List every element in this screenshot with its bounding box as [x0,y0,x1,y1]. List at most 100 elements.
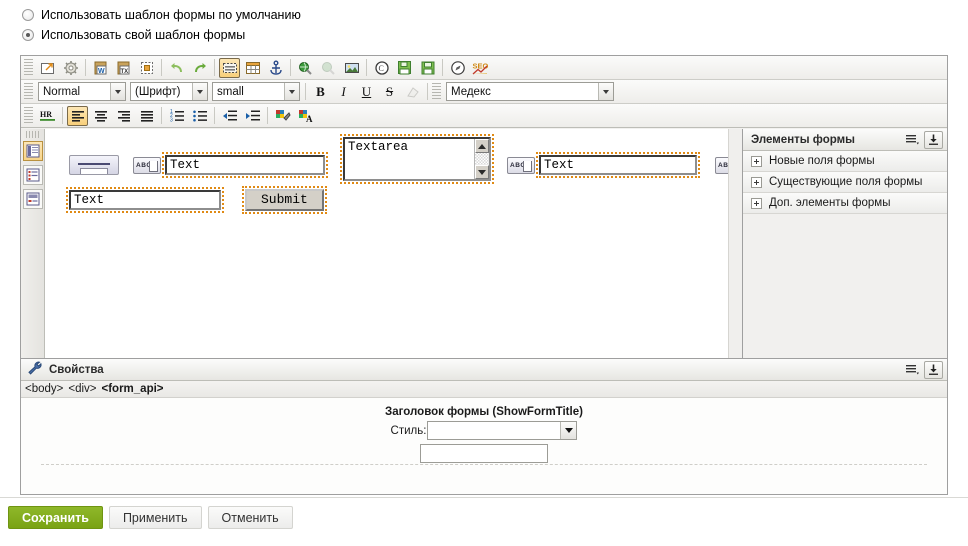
chevron-down-icon[interactable] [192,83,207,100]
horizontal-rule-icon[interactable]: HR [37,106,58,126]
text-input-widget-1-wrapper[interactable]: Text [162,152,328,178]
undo-icon[interactable] [166,58,187,78]
toolbar-grip-3[interactable] [24,106,33,125]
align-center-icon[interactable] [90,106,111,126]
panel-item-existing-form-fields[interactable]: Существующие поля формы [743,172,947,193]
text-input-widget-3[interactable]: Text [69,190,221,210]
seo-icon[interactable]: SEO [470,58,491,78]
align-left-icon[interactable] [67,105,88,126]
font-size-select[interactable]: small [212,82,300,101]
italic-button[interactable]: I [333,82,354,102]
background-color-icon[interactable] [272,106,293,126]
site-select[interactable]: Медекс [446,82,614,101]
expand-plus-icon[interactable] [751,155,762,167]
radio-custom-template-icon[interactable] [22,29,34,41]
paste-as-text-icon[interactable]: TX [113,58,134,78]
toolbar-grip-2[interactable] [24,82,33,101]
svg-text:HR: HR [40,110,52,119]
chevron-down-icon[interactable] [284,83,299,100]
panel-item-new-form-fields[interactable]: Новые поля формы [743,151,947,172]
new-window-icon[interactable] [37,58,58,78]
toolbar-separator [427,83,428,100]
select-all-icon[interactable] [136,58,157,78]
chevron-down-icon[interactable] [110,83,125,100]
expand-plus-icon[interactable] [751,176,762,188]
expand-plus-icon[interactable] [751,197,762,209]
save-as-icon[interactable] [394,58,415,78]
form-hr-widget[interactable] [69,155,119,175]
toolbar-separator [366,59,367,76]
scroll-down-icon[interactable] [475,165,489,179]
paste-from-word-icon[interactable]: W [90,58,111,78]
chevron-down-icon[interactable] [560,422,577,439]
toolbar-grip-2b[interactable] [432,82,441,101]
image-icon[interactable] [341,58,362,78]
font-family-select[interactable]: (Шрифт) [130,82,208,101]
paragraph-style-select[interactable]: Normal [38,82,126,101]
list-menu-icon[interactable] [903,361,922,379]
abc-field-icon-1[interactable]: ABC [133,156,161,174]
align-right-icon[interactable] [113,106,134,126]
view-list-icon[interactable] [22,165,43,185]
style-custom-input[interactable] [420,444,548,463]
form-container-icon[interactable] [219,57,240,78]
radio-default-template-icon[interactable] [22,9,34,21]
textarea-widget-wrapper[interactable]: Textarea [340,134,494,184]
strikethrough-button[interactable]: S [379,82,400,102]
style-select[interactable] [427,421,578,440]
insert-link-icon[interactable] [295,58,316,78]
bold-button[interactable]: B [310,82,331,102]
indent-icon[interactable] [242,106,263,126]
save-button[interactable]: Сохранить [8,506,103,529]
textarea-widget[interactable]: Textarea [343,137,491,181]
collapse-down-icon[interactable] [924,360,943,379]
submit-button-widget-wrapper[interactable]: Submit [242,186,327,214]
toolbar-separator [62,107,63,124]
view-form-icon[interactable] [22,189,43,209]
settings-gear-icon[interactable] [60,58,81,78]
toolbar-separator [214,59,215,76]
compass-icon[interactable] [447,58,468,78]
radio-option-default-template[interactable]: Использовать шаблон формы по умолчанию [22,6,968,24]
underline-button[interactable]: U [356,82,377,102]
strikethrough-label: S [385,83,394,99]
breadcrumb-item-form-api[interactable]: <form_api> [102,383,164,395]
panel-item-extra-form-elements[interactable]: Доп. элементы формы [743,193,947,214]
anchor-icon[interactable] [265,58,286,78]
toolbar-separator [85,59,86,76]
redo-icon[interactable] [189,58,210,78]
outdent-icon[interactable] [219,106,240,126]
collapse-down-icon[interactable] [924,130,943,149]
wysiwyg-editor: W TX C SEO Normal (Шрифт) small B I U S … [20,55,948,495]
radio-option-custom-template[interactable]: Использовать свой шаблон формы [22,26,968,44]
underline-label: U [361,83,372,99]
view-layout-icon[interactable] [22,141,43,161]
list-menu-icon[interactable] [903,131,922,149]
copyright-icon[interactable]: C [371,58,392,78]
abc-field-icon-3[interactable]: ABC [507,156,535,174]
side-toolbar-grip[interactable] [26,131,39,138]
chevron-down-icon[interactable] [598,83,613,100]
align-justify-icon[interactable] [136,106,157,126]
action-bar: Сохранить Применить Отменить [0,497,968,546]
save-icon[interactable] [417,58,438,78]
submit-button-widget[interactable]: Submit [245,189,324,211]
ordered-list-icon[interactable]: 123 [166,106,187,126]
text-input-widget-1[interactable]: Text [165,155,325,175]
breadcrumb-item-div[interactable]: <div> [68,383,96,395]
remove-format-icon[interactable] [402,82,423,102]
remove-link-icon[interactable] [318,58,339,78]
scroll-up-icon[interactable] [475,139,489,153]
text-input-widget-2-wrapper[interactable]: Text [536,152,700,178]
panel-item-label: Существующие поля формы [769,176,923,188]
text-color-icon[interactable]: A [295,106,316,126]
toolbar-grip-1[interactable] [24,58,33,77]
text-input-widget-3-wrapper[interactable]: Text [66,187,224,213]
table-icon[interactable] [242,58,263,78]
apply-button[interactable]: Применить [108,506,202,529]
cancel-button[interactable]: Отменить [207,506,293,529]
unordered-list-icon[interactable] [189,106,210,126]
textarea-scrollbar[interactable] [474,139,489,179]
breadcrumb-item-body[interactable]: <body> [25,383,63,395]
text-input-widget-2[interactable]: Text [539,155,697,175]
